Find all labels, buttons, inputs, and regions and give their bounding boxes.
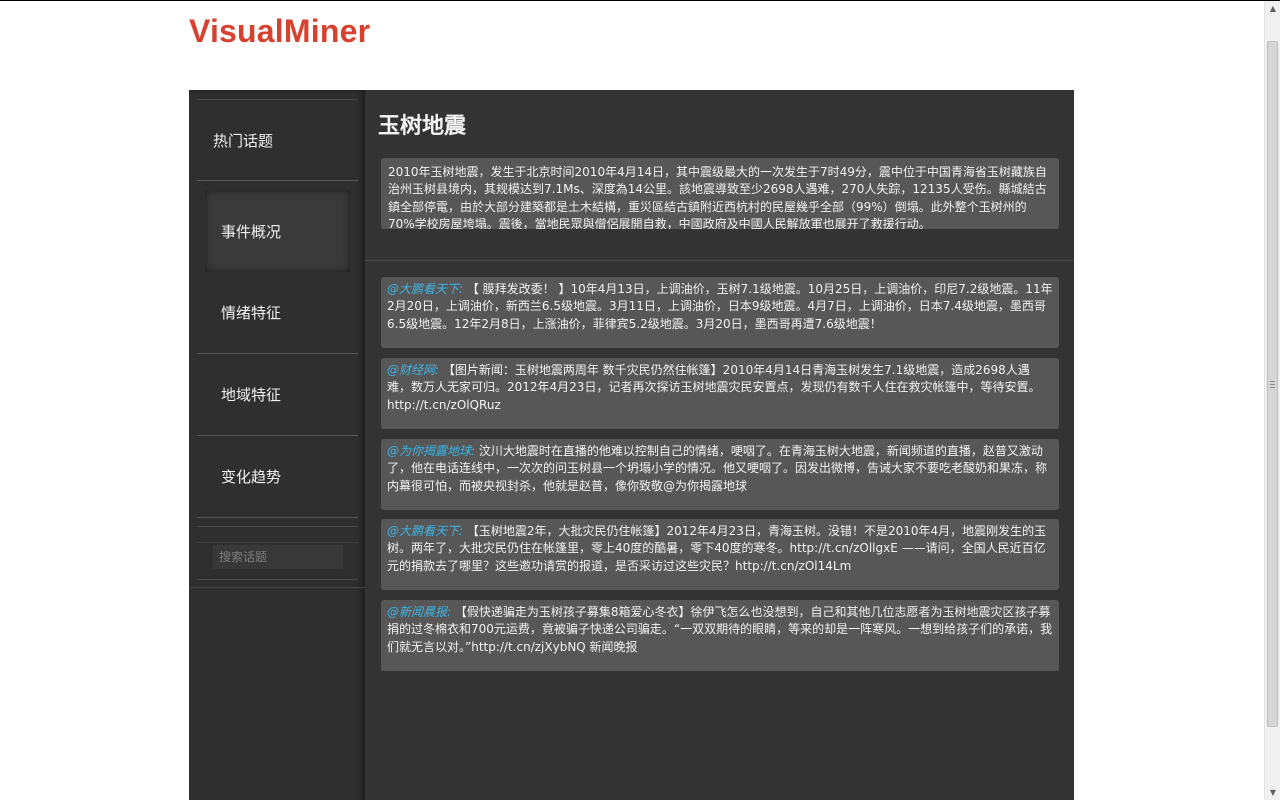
grip-icon bbox=[1270, 380, 1275, 388]
sidebar-item-trend[interactable]: 变化趋势 bbox=[197, 436, 358, 518]
page-title: 玉树地震 bbox=[378, 113, 467, 139]
post-card: @为你揭露地球: 汶川大地震时在直播的他难以控制自己的情绪，哽咽了。在青海玉树大… bbox=[381, 439, 1059, 510]
main-content: 玉树地震 2010年玉树地震，发生于北京时间2010年4月14日，其中震级最大的… bbox=[365, 90, 1074, 800]
search-input[interactable] bbox=[213, 545, 343, 569]
topic-search bbox=[197, 526, 358, 580]
post-card: @大鹏看天下: 【玉树地震2年，大批灾民仍住帐篷】2012年4月23日，青海玉树… bbox=[381, 519, 1059, 590]
post-author-link[interactable]: @大鹏看天下: bbox=[387, 282, 463, 296]
sidebar-item-label: 情绪特征 bbox=[221, 304, 282, 322]
sidebar-item-label: 地域特征 bbox=[221, 386, 282, 404]
search-divider bbox=[197, 542, 358, 543]
post-author-link[interactable]: @大鹏看天下: bbox=[387, 524, 463, 538]
sidebar-item-label: 事件概况 bbox=[221, 222, 282, 241]
scroll-up-arrow-icon[interactable]: ▲ bbox=[1265, 1, 1280, 17]
app-panel: 热门话题 事件概况 情绪特征 地域特征 变化趋势 玉树地震 2010年玉树 bbox=[189, 90, 1074, 800]
event-summary: 2010年玉树地震，发生于北京时间2010年4月14日，其中震级最大的一次发生于… bbox=[381, 158, 1059, 229]
scroll-down-arrow-icon[interactable]: ▼ bbox=[1265, 785, 1280, 800]
sidebar-item-label: 变化趋势 bbox=[221, 468, 282, 486]
post-card: @新闻晨报: 【假快递骗走为玉树孩子募集8箱爱心冬衣】徐伊飞怎么也没想到，自己和… bbox=[381, 600, 1059, 671]
sidebar-item-region[interactable]: 地域特征 bbox=[197, 354, 358, 436]
sidebar-divider bbox=[189, 587, 365, 588]
post-text: 【假快递骗走为玉树孩子募集8箱爱心冬衣】徐伊飞怎么也没想到，自己和其他几位志愿者… bbox=[387, 605, 1053, 654]
section-divider bbox=[365, 260, 1074, 261]
sidebar: 热门话题 事件概况 情绪特征 地域特征 变化趋势 bbox=[189, 90, 365, 800]
post-author-link[interactable]: @财经网: bbox=[387, 363, 439, 377]
sidebar-item-label: 热门话题 bbox=[213, 131, 274, 150]
post-card: @大鹏看天下: 【 膜拜发改委！ 】10年4月13日，上调油价，玉树7.1级地震… bbox=[381, 277, 1059, 348]
page-scrollbar[interactable]: ▲ ▼ bbox=[1264, 1, 1280, 800]
sidebar-item-hot-topics[interactable]: 热门话题 bbox=[197, 99, 358, 181]
post-author-link[interactable]: @为你揭露地球: bbox=[387, 444, 475, 458]
browser-viewport: VisualMiner 热门话题 事件概况 情绪特征 地域特征 变化趋势 搜索话… bbox=[0, 0, 1280, 800]
post-card: @财经网: 【图片新闻：玉树地震两周年 数千灾民仍然住帐篷】2010年4月14日… bbox=[381, 358, 1059, 429]
post-text: 汶川大地震时在直播的他难以控制自己的情绪，哽咽了。在青海玉树大地震，新闻频道的直… bbox=[387, 444, 1048, 493]
post-text: 【玉树地震2年，大批灾民仍住帐篷】2012年4月23日，青海玉树。没错！不是20… bbox=[387, 524, 1047, 573]
sidebar-item-emotion[interactable]: 情绪特征 bbox=[197, 272, 358, 354]
post-text: 【 膜拜发改委！ 】10年4月13日，上调油价，玉树7.1级地震。10月25日，… bbox=[387, 282, 1053, 331]
sidebar-item-event-overview[interactable]: 事件概况 bbox=[205, 190, 350, 272]
post-text: 【图片新闻：玉树地震两周年 数千灾民仍然住帐篷】2010年4月14日青海玉树发生… bbox=[387, 363, 1041, 412]
post-author-link[interactable]: @新闻晨报: bbox=[387, 605, 451, 619]
scroll-thumb[interactable] bbox=[1267, 41, 1278, 727]
site-logo[interactable]: VisualMiner bbox=[189, 13, 370, 50]
